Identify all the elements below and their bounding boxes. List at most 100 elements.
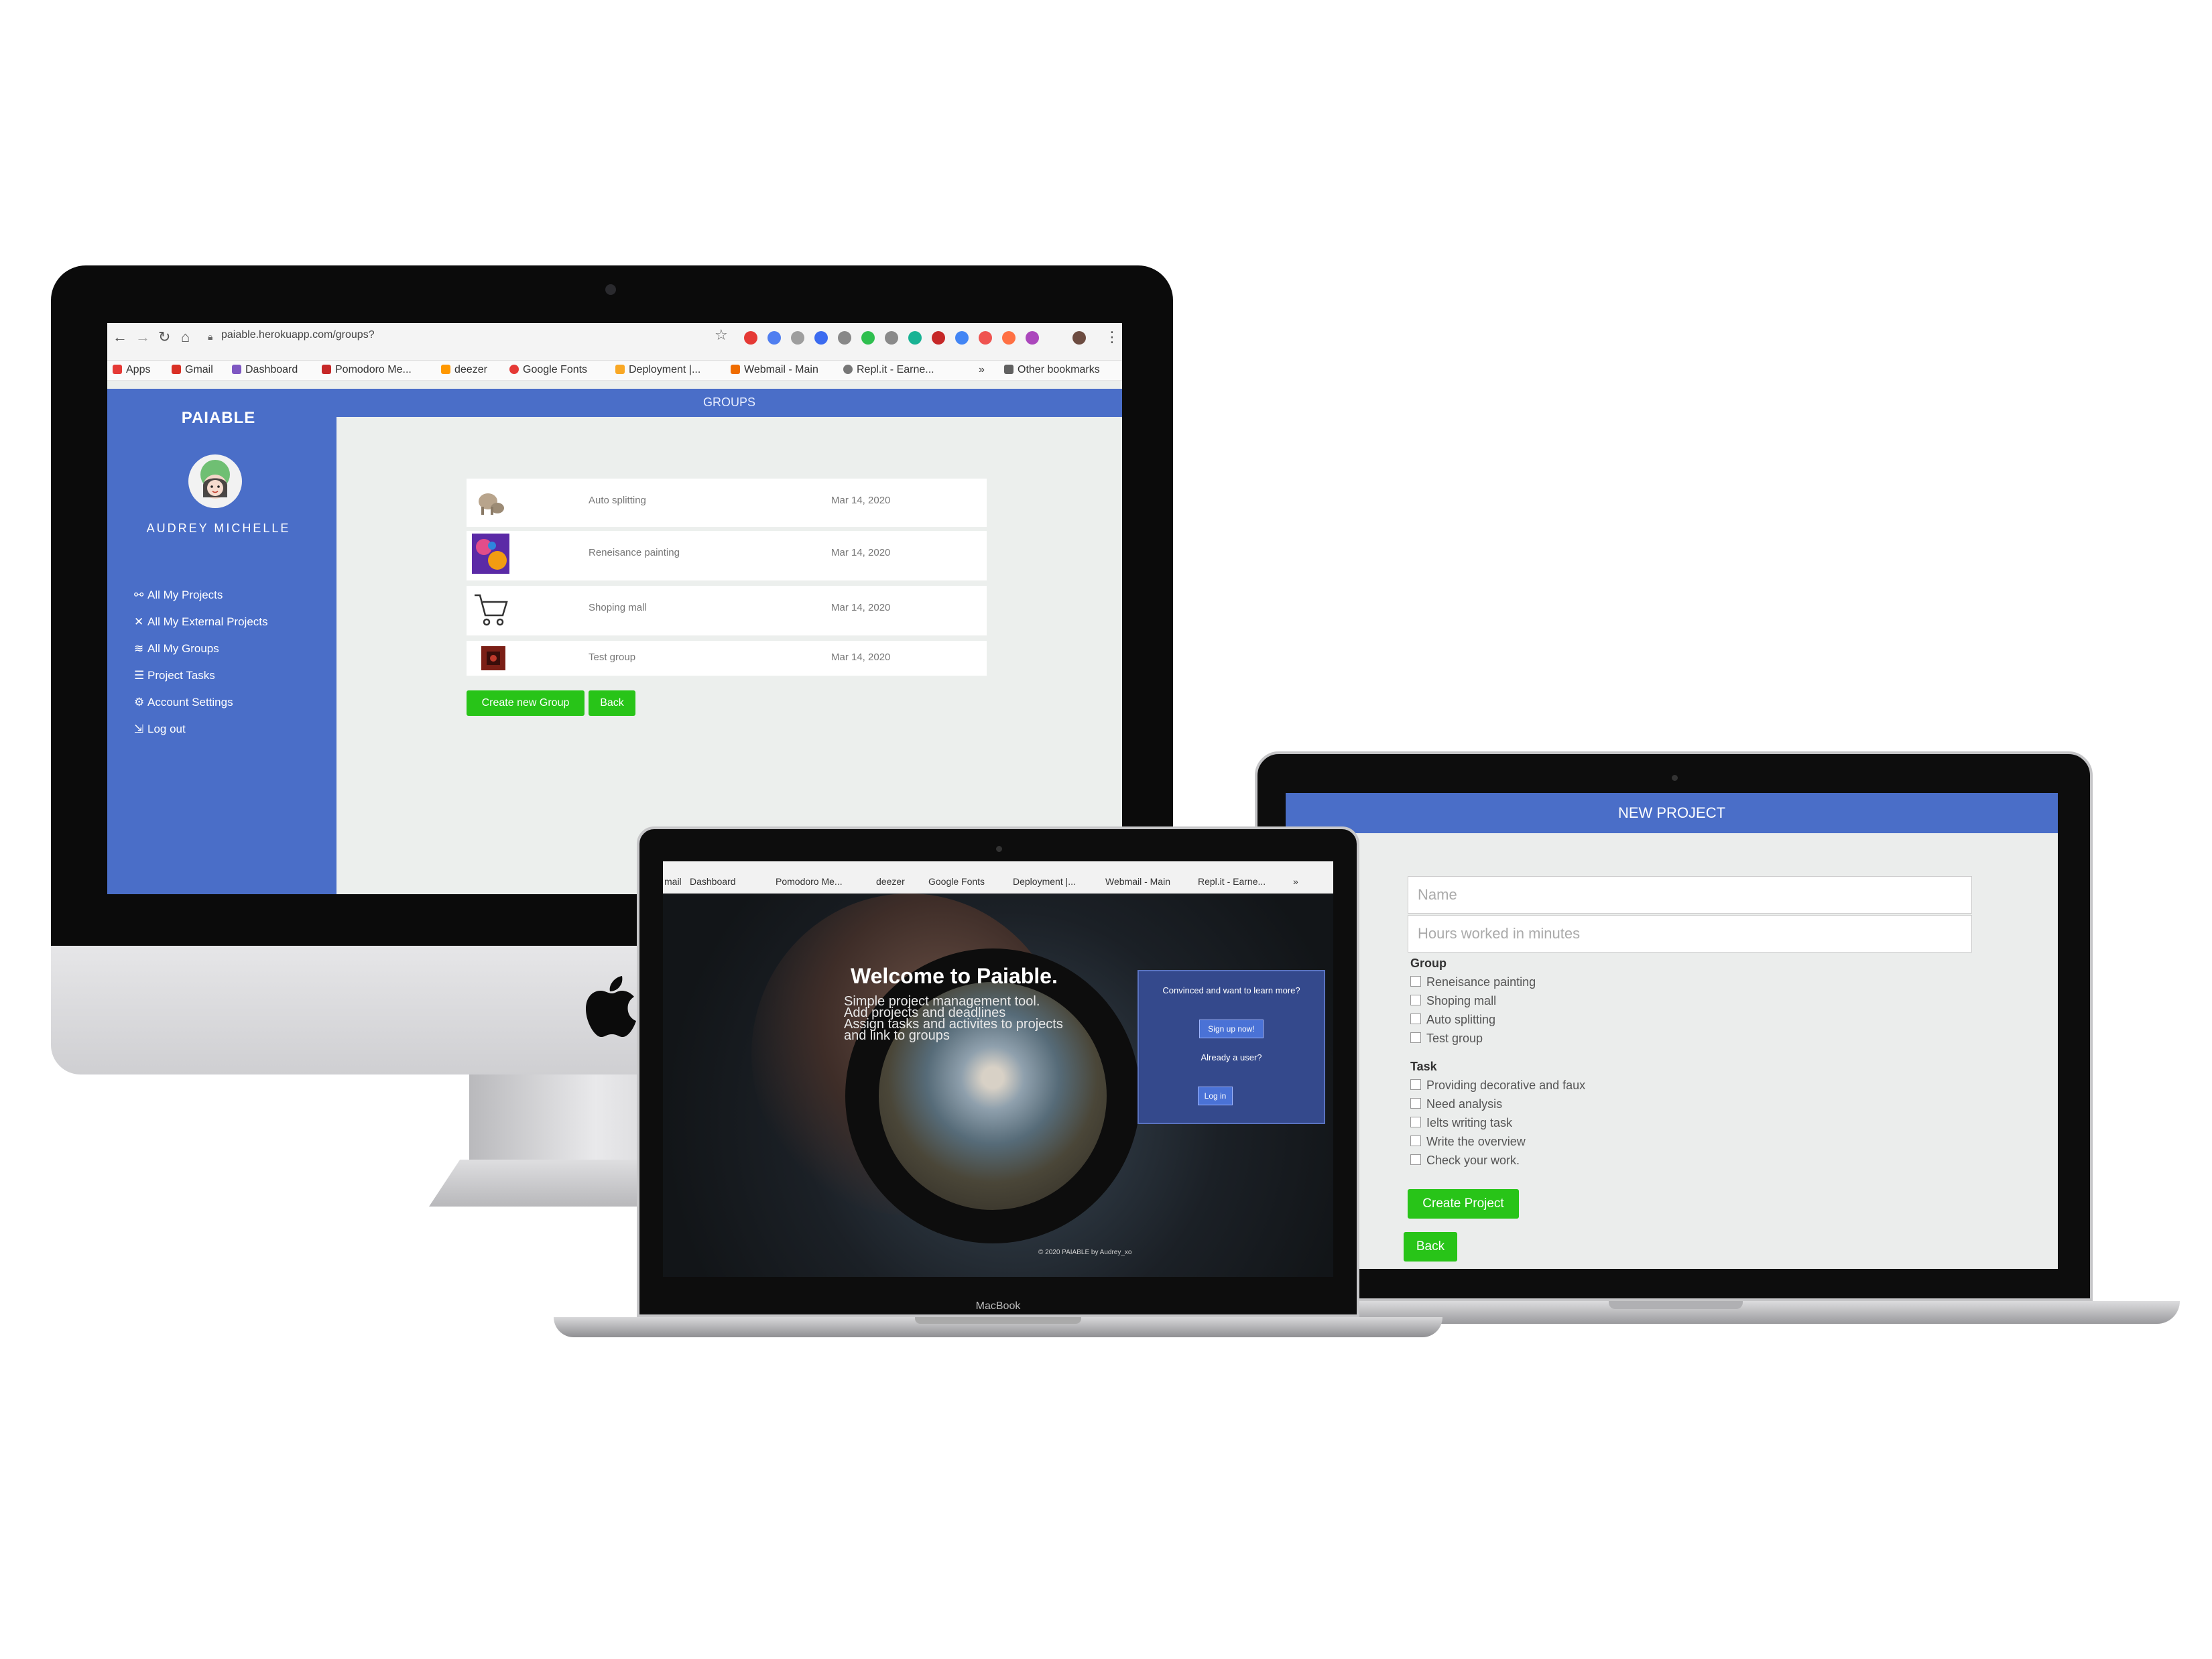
project-name-input[interactable]: Name [1408,876,1972,914]
back-arrow-icon[interactable]: ← [113,328,127,346]
group-name: Reneisance painting [589,547,680,558]
checkbox[interactable] [1410,1013,1421,1024]
bookmarks-overflow[interactable]: » [979,364,985,376]
nav-all-my-external-projects[interactable]: ✕ All My External Projects [134,615,268,629]
back-button[interactable]: Back [589,690,635,716]
extension-icon[interactable] [791,331,804,345]
nav-account-settings[interactable]: ⚙ Account Settings [134,696,233,709]
footer-copyright: © 2020 PAIABLE by Audrey_xo [1038,1249,1132,1256]
signup-prompt: Convinced and want to learn more? [1162,985,1300,995]
extension-icon[interactable] [885,331,898,345]
profile-avatar[interactable] [1072,331,1086,345]
group-row[interactable]: Reneisance painting Mar 14, 2020 [467,531,987,580]
bookmark-pomodoro[interactable]: Pomodoro Me... [776,876,843,887]
extension-icon[interactable] [1026,331,1039,345]
checkbox[interactable] [1410,1079,1421,1090]
bookmark-apps[interactable]: Apps [113,364,150,376]
extension-icon[interactable] [932,331,945,345]
task-checkbox[interactable]: Write the overview [1410,1135,1526,1149]
task-checkbox[interactable]: Ielts writing task [1410,1116,1512,1130]
macbook-notch [915,1317,1081,1324]
group-checkbox[interactable]: Test group [1410,1032,1483,1046]
welcome-heading: Welcome to Paiable. [851,964,1058,988]
create-project-button[interactable]: Create Project [1408,1189,1519,1219]
extension-icon[interactable] [861,331,875,345]
group-checkbox[interactable]: Shoping mall [1410,994,1496,1008]
log-in-button[interactable]: Log in [1198,1087,1233,1105]
bookmark-pomodoro[interactable]: Pomodoro Me... [322,364,412,376]
sign-up-button[interactable]: Sign up now! [1199,1020,1264,1038]
checkbox[interactable] [1410,976,1421,987]
checkbox[interactable] [1410,1098,1421,1109]
extension-icon[interactable] [908,331,922,345]
imac-camera [605,284,616,295]
task-checkbox[interactable]: Check your work. [1410,1154,1520,1168]
bookmark-gmail[interactable]: Gmail [172,364,213,376]
bookmark-deezer[interactable]: deezer [876,876,905,887]
nav-all-my-groups[interactable]: ≋ All My Groups [134,642,219,656]
sign-out-icon: ⇲ [134,723,144,735]
group-date: Mar 14, 2020 [831,602,891,613]
group-thumbnail-test [481,646,505,670]
avatar [188,454,242,508]
bookmark-other[interactable]: Other bookmarks [1004,364,1100,376]
bookmark-star-icon[interactable]: ☆ [715,326,728,344]
home-icon[interactable]: ⌂ [181,328,190,346]
bookmark-replit[interactable]: Repl.it - Earne... [843,364,934,376]
create-new-group-button[interactable]: Create new Group [467,690,585,716]
page-title: GROUPS [702,395,755,409]
group-checkbox[interactable]: Auto splitting [1410,1013,1495,1027]
macbook-pro-camera [1672,775,1678,781]
menu-dots-icon[interactable]: ⋮ [1105,328,1119,346]
hours-worked-input[interactable]: Hours worked in minutes [1408,915,1972,953]
bookmark-google-fonts[interactable]: Google Fonts [509,364,587,376]
extension-icon[interactable] [979,331,992,345]
bookmark-deezer[interactable]: deezer [441,364,487,376]
bookmark-webmail[interactable]: Webmail - Main [1105,876,1170,887]
extension-icon[interactable] [767,331,781,345]
bookmark-google-fonts[interactable]: Google Fonts [928,876,985,887]
tagline-line: and link to groups [844,1028,950,1043]
layers-icon: ≋ [134,642,144,655]
bookmark-gmail[interactable]: mail [664,876,682,887]
bookmark-deployment[interactable]: Deployment |... [1013,876,1076,887]
extension-icon[interactable] [744,331,757,345]
group-thumbnail-elephants [479,493,504,515]
task-checkbox[interactable]: Need analysis [1410,1097,1502,1111]
nav-all-my-projects[interactable]: ⚯ All My Projects [134,589,223,602]
nav-project-tasks[interactable]: ☰ Project Tasks [134,669,215,682]
extension-icon[interactable] [955,331,969,345]
bookmark-dashboard[interactable]: Dashboard [690,876,736,887]
checkbox[interactable] [1410,1032,1421,1043]
checkbox[interactable] [1410,1135,1421,1146]
bookmark-deployment[interactable]: Deployment |... [615,364,700,376]
avatar-illustration [200,460,230,499]
bookmark-webmail[interactable]: Webmail - Main [731,364,818,376]
forward-arrow-icon[interactable]: → [135,328,150,346]
bookmark-replit[interactable]: Repl.it - Earne... [1198,876,1266,887]
checkbox[interactable] [1410,995,1421,1005]
extension-icon[interactable] [814,331,828,345]
task-checkbox[interactable]: Providing decorative and faux [1410,1079,1585,1093]
already-user-text: Already a user? [1201,1052,1262,1062]
new-project-screen: NEW PROJECT Name Hours worked in minutes… [1286,793,2058,1269]
nav-log-out[interactable]: ⇲ Log out [134,723,186,736]
imac-stand-foot [429,1160,650,1207]
bookmarks-overflow[interactable]: » [1293,876,1298,887]
group-row[interactable]: Auto splitting Mar 14, 2020 [467,479,987,527]
group-row[interactable]: Shoping mall Mar 14, 2020 [467,586,987,635]
extension-icon[interactable] [838,331,851,345]
extension-icon[interactable] [1002,331,1016,345]
group-row[interactable]: Test group Mar 14, 2020 [467,641,987,676]
task-label: Task [1410,1060,1437,1073]
imac-screen: ← → ↻ ⌂ 🔒︎ paiable.herokuapp.com/groups?… [107,323,1122,894]
back-button[interactable]: Back [1404,1232,1457,1262]
reload-icon[interactable]: ↻ [158,328,170,346]
group-checkbox[interactable]: Reneisance painting [1410,975,1536,989]
checkbox[interactable] [1410,1117,1421,1127]
app-brand[interactable]: PAIABLE [107,409,330,428]
bookmark-dashboard[interactable]: Dashboard [232,364,298,376]
group-date: Mar 14, 2020 [831,495,891,506]
address-bar[interactable]: paiable.herokuapp.com/groups? [221,329,375,341]
checkbox[interactable] [1410,1154,1421,1165]
